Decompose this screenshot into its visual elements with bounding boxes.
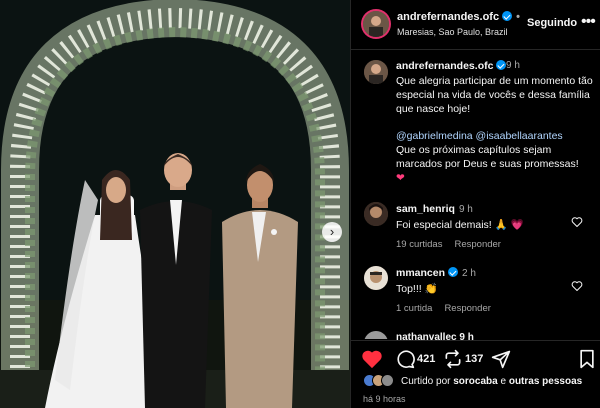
like-heart-icon[interactable] <box>361 349 383 369</box>
liked-by-conjunction: e <box>500 376 507 387</box>
comment-bubble-icon[interactable] <box>395 349 415 369</box>
liked-by-avatars[interactable] <box>363 374 403 388</box>
comment-count: 421 <box>417 353 436 365</box>
bookmark-save-icon[interactable] <box>579 349 595 369</box>
caption-time: 9 h <box>506 60 520 71</box>
liked-by-text: Curtido por sorocaba e outras pessoas <box>401 376 582 387</box>
caption-paragraph-2: Que os próximas capítulos sejam marcados… <box>396 144 579 170</box>
wedding-photo-illustration <box>0 0 350 408</box>
comments-section: andrefernandes.ofc 9 h Que alegria parti… <box>351 50 600 330</box>
comment-like-heart-icon[interactable] <box>571 216 583 228</box>
liked-by-user[interactable]: sorocaba <box>453 376 497 387</box>
verified-badge-icon <box>496 60 507 70</box>
caption-mentions[interactable]: @gabrielmedina @isaabellaarantes <box>396 129 594 143</box>
comment-likes-count[interactable]: 1 curtida <box>396 303 432 314</box>
post-location[interactable]: Maresias, Sao Paulo, Brazil <box>397 27 508 37</box>
comment-item: mmancen 2 h Top!!! 👏 1 curtida Responder <box>351 266 600 326</box>
author-avatar[interactable] <box>363 11 389 37</box>
caption-author-avatar[interactable] <box>364 60 388 84</box>
caption-username[interactable]: andrefernandes.ofc <box>396 60 493 72</box>
heart-emoji: ❤ <box>396 172 405 184</box>
post-side-panel: andrefernandes.ofc • Maresias, Sao Paulo,… <box>350 0 600 408</box>
reply-button[interactable]: Responder <box>454 239 500 250</box>
verified-badge-icon <box>448 267 459 277</box>
comment-like-heart-icon[interactable] <box>571 280 583 292</box>
repost-count: 137 <box>465 353 484 365</box>
verified-badge-icon <box>502 11 513 21</box>
comment-time: 2 h <box>462 268 476 279</box>
caption-paragraph-1: Que alegria participar de um momento tão… <box>396 75 593 115</box>
repost-icon[interactable] <box>443 349 463 369</box>
partial-commenter-avatar[interactable] <box>364 331 388 339</box>
reply-button[interactable]: Responder <box>444 303 490 314</box>
comment-likes-count[interactable]: 19 curtidas <box>396 239 442 250</box>
liker-avatar <box>381 374 394 387</box>
comment-time: 9 h <box>458 204 473 215</box>
comment-text: Top!!! <box>396 283 422 295</box>
post-header: andrefernandes.ofc • Maresias, Sao Paulo,… <box>351 0 600 50</box>
liked-by-others[interactable]: outras pessoas <box>509 376 582 387</box>
commenter-avatar[interactable] <box>364 266 388 290</box>
post-timestamp[interactable]: há 9 horas <box>363 394 406 404</box>
caption-text: Que alegria participar de um momento tão… <box>396 74 594 185</box>
liked-by-prefix: Curtido por <box>401 376 451 387</box>
commenter-avatar[interactable] <box>364 202 388 226</box>
partial-commenter-username[interactable]: nathanvallec 9 h <box>396 332 474 340</box>
carousel-next-button[interactable]: › <box>322 222 342 242</box>
author-username[interactable]: andrefernandes.ofc <box>397 11 499 23</box>
more-horizontal-icon[interactable]: ••• <box>581 13 596 31</box>
comment-text: Foi especial demais! <box>396 219 492 231</box>
commenter-username[interactable]: mmancen <box>396 267 445 279</box>
comment-item: sam_henriq 9 h Foi especial demais! 🙏 💗 1… <box>351 202 600 262</box>
post-actions-bar: 421 137 Curtido por sorocaba e outras pe… <box>351 340 600 408</box>
commenter-username[interactable]: sam_henriq <box>396 203 455 215</box>
separator-dot: • <box>516 11 520 23</box>
following-button[interactable]: Seguindo <box>527 17 577 29</box>
share-paper-plane-icon[interactable] <box>491 349 511 369</box>
comment-emojis: 👏 <box>424 283 438 295</box>
post-photo[interactable]: › <box>0 0 350 408</box>
comment-emojis: 🙏 💗 <box>494 219 524 231</box>
